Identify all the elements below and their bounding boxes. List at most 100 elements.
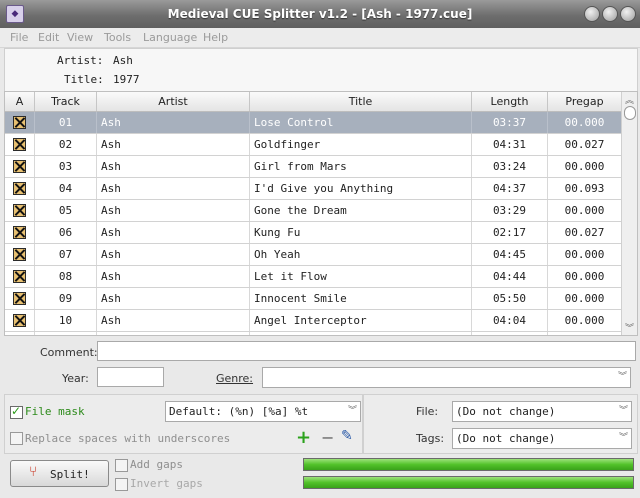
remove-icon[interactable] xyxy=(13,270,26,283)
track-table[interactable]: A Track Artist Title Length Pregap 01 Ash… xyxy=(4,91,638,336)
cell-length: 04:45 xyxy=(472,244,548,265)
cell-length: 04:04 xyxy=(472,310,548,331)
cell-track: 08 xyxy=(35,266,97,287)
table-scrollbar[interactable]: ︽ ︾ xyxy=(621,92,637,335)
col-pregap[interactable]: Pregap xyxy=(548,92,621,111)
table-row[interactable]: 09 Ash Innocent Smile 05:50 00.000 xyxy=(5,288,622,310)
remove-icon[interactable] xyxy=(13,248,26,261)
replace-spaces-checkbox[interactable] xyxy=(10,432,23,445)
cell-pregap: 00.093 xyxy=(548,178,622,199)
cell-title: Oh Yeah xyxy=(250,244,472,265)
cell-pregap: 00.000 xyxy=(548,310,622,331)
table-row[interactable]: 02 Ash Goldfinger 04:31 00.027 xyxy=(5,134,622,156)
menu-view[interactable]: View xyxy=(67,31,93,44)
cell-artist: Ash xyxy=(97,200,250,221)
table-row[interactable]: 08 Ash Let it Flow 04:44 00.000 xyxy=(5,266,622,288)
file-mask-select[interactable]: Default: (%n) [%a] %t ︾ xyxy=(165,401,361,422)
minimize-button[interactable] xyxy=(584,6,600,22)
table-header: A Track Artist Title Length Pregap xyxy=(5,92,621,112)
add-gaps-label: Add gaps xyxy=(130,458,183,471)
remove-icon[interactable] xyxy=(13,182,26,195)
artist-label: Artist: xyxy=(57,54,104,67)
remove-icon[interactable] xyxy=(13,138,26,151)
comment-field[interactable] xyxy=(97,341,636,361)
row-action-cell[interactable] xyxy=(5,244,35,265)
remove-icon[interactable] xyxy=(13,160,26,173)
tags-label: Tags: xyxy=(416,432,445,445)
row-action-cell[interactable] xyxy=(5,178,35,199)
chevron-down-icon: ︾ xyxy=(618,406,628,416)
cell-track: 04 xyxy=(35,178,97,199)
row-action-cell[interactable] xyxy=(5,310,35,331)
cell-length: 02:17 xyxy=(472,222,548,243)
col-length[interactable]: Length xyxy=(472,92,548,111)
genre-select[interactable]: ︾ xyxy=(262,367,631,388)
cell-pregap: 00.000 xyxy=(548,244,622,265)
table-rows: 01 Ash Lose Control 03:37 00.000 02 Ash Goldfin… xyxy=(5,112,622,335)
table-row[interactable]: 06 Ash Kung Fu 02:17 00.027 xyxy=(5,222,622,244)
cell-title: Angel Interceptor xyxy=(250,310,472,331)
cell-length: 04:31 xyxy=(472,134,548,155)
row-action-cell[interactable] xyxy=(5,112,35,133)
table-row[interactable]: 11AshLost in You04:1900.027 xyxy=(5,332,622,335)
row-action-cell[interactable] xyxy=(5,288,35,309)
table-row[interactable]: 01 Ash Lose Control 03:37 00.000 xyxy=(5,112,622,134)
scroll-down-icon[interactable]: ︾ xyxy=(625,321,634,334)
file-mask-value: Default: (%n) [%a] %t xyxy=(169,405,309,418)
year-field[interactable] xyxy=(97,367,164,387)
table-row[interactable]: 03 Ash Girl from Mars 03:24 00.000 xyxy=(5,156,622,178)
table-row[interactable]: 04 Ash I'd Give you Anything 04:37 00.093 xyxy=(5,178,622,200)
remove-icon[interactable] xyxy=(13,116,26,129)
cell-artist: Ash xyxy=(97,266,250,287)
menu-language[interactable]: Language xyxy=(143,31,197,44)
split-button[interactable]: ⑂ Split! xyxy=(10,460,109,487)
naming-options-panel: File mask Default: (%n) [%a] %t ︾ Replac… xyxy=(4,394,363,454)
file-mask-checkbox[interactable] xyxy=(10,404,23,419)
col-a[interactable]: A xyxy=(5,92,35,111)
add-icon[interactable]: + xyxy=(296,427,311,448)
remove-icon[interactable] xyxy=(13,314,26,327)
table-row[interactable]: 10 Ash Angel Interceptor 04:04 00.000 xyxy=(5,310,622,332)
remove-icon[interactable] xyxy=(13,292,26,305)
cell-track: 09 xyxy=(35,288,97,309)
col-track[interactable]: Track xyxy=(35,92,97,111)
menu-help[interactable]: Help xyxy=(203,31,228,44)
cell-pregap: 00.000 xyxy=(548,200,622,221)
menu-file[interactable]: File xyxy=(10,31,28,44)
edit-icon[interactable]: ✎ xyxy=(341,428,353,444)
col-artist[interactable]: Artist xyxy=(97,92,250,111)
row-action-cell[interactable] xyxy=(5,156,35,177)
col-title[interactable]: Title xyxy=(250,92,472,111)
scroll-thumb[interactable] xyxy=(624,106,636,120)
table-row[interactable]: 05 Ash Gone the Dream 03:29 00.000 xyxy=(5,200,622,222)
cell-title: Let it Flow xyxy=(250,266,472,287)
genre-label: Genre: xyxy=(216,372,254,385)
remove-icon[interactable]: − xyxy=(321,428,334,447)
maximize-button[interactable] xyxy=(602,6,618,22)
cell-pregap: 00.000 xyxy=(548,288,622,309)
table-row[interactable]: 07 Ash Oh Yeah 04:45 00.000 xyxy=(5,244,622,266)
remove-icon[interactable] xyxy=(13,204,26,217)
cell-track: 02 xyxy=(35,134,97,155)
invert-gaps-checkbox[interactable] xyxy=(115,478,128,491)
row-action-cell[interactable] xyxy=(5,266,35,287)
file-value: (Do not change) xyxy=(456,405,556,418)
tags-select[interactable]: (Do not change) ︾ xyxy=(452,428,632,449)
cell-track: 07 xyxy=(35,244,97,265)
menu-edit[interactable]: Edit xyxy=(38,31,59,44)
cell-length: 04:44 xyxy=(472,266,548,287)
cell-track: 03 xyxy=(35,156,97,177)
row-action-cell[interactable] xyxy=(5,332,35,335)
menu-tools[interactable]: Tools xyxy=(104,31,131,44)
chevron-down-icon: ︾ xyxy=(617,372,627,382)
row-action-cell[interactable] xyxy=(5,134,35,155)
title-label: Title: xyxy=(64,73,104,86)
add-gaps-checkbox[interactable] xyxy=(115,459,128,472)
file-select[interactable]: (Do not change) ︾ xyxy=(452,401,632,422)
album-info: Artist: Ash Title: 1977 xyxy=(4,48,638,92)
scroll-up-icon[interactable]: ︽ xyxy=(625,93,634,106)
row-action-cell[interactable] xyxy=(5,200,35,221)
row-action-cell[interactable] xyxy=(5,222,35,243)
close-button[interactable] xyxy=(620,6,636,22)
remove-icon[interactable] xyxy=(13,226,26,239)
